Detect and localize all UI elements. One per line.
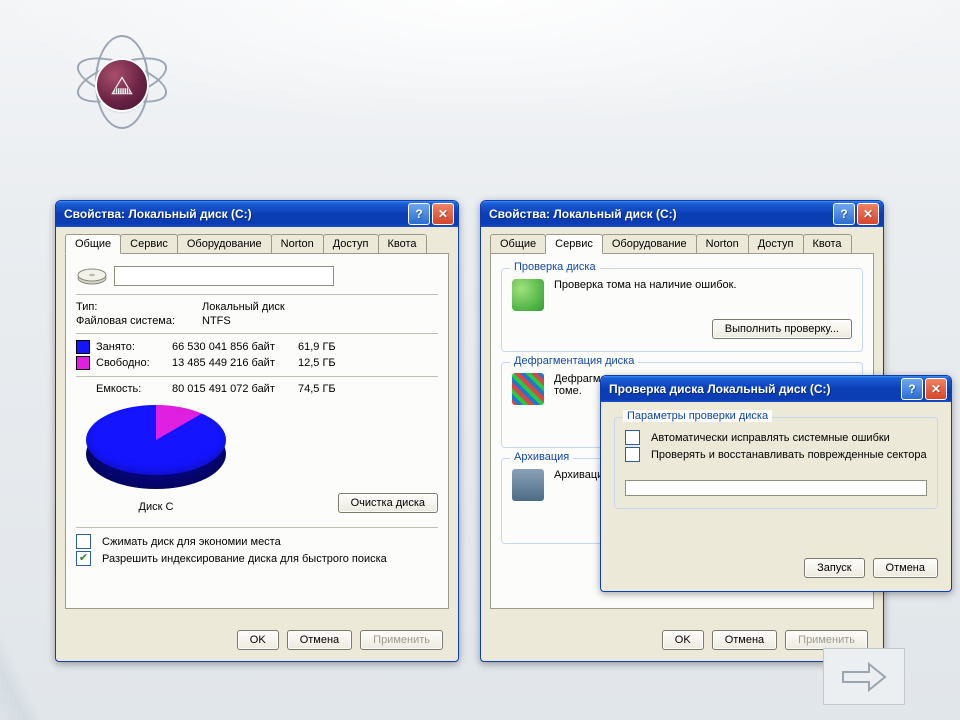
fs-value: NTFS xyxy=(202,315,231,327)
opt-autofix-checkbox[interactable] xyxy=(625,430,640,445)
defrag-icon xyxy=(512,373,544,405)
disk-cleanup-button[interactable]: Очистка диска xyxy=(338,493,438,513)
close-button[interactable]: ✕ xyxy=(857,203,879,225)
free-swatch xyxy=(76,356,90,370)
free-label: Свободно: xyxy=(96,357,166,369)
tabstrip: Общие Сервис Оборудование Norton Доступ … xyxy=(59,230,455,253)
tab-hardware[interactable]: Оборудование xyxy=(177,234,272,253)
type-value: Локальный диск xyxy=(202,301,285,313)
drive-icon xyxy=(76,264,108,288)
window-title: Свойства: Локальный диск (C:) xyxy=(64,207,252,221)
close-button[interactable]: ✕ xyxy=(432,203,454,225)
opt-autofix-label: Автоматически исправлять системные ошибк… xyxy=(651,432,890,444)
usage-pie-chart: Диск C xyxy=(76,405,236,513)
tab-quota[interactable]: Квота xyxy=(803,234,852,253)
apply-button[interactable]: Применить xyxy=(785,630,868,650)
used-label: Занято: xyxy=(96,341,166,353)
start-button[interactable]: Запуск xyxy=(804,558,864,578)
tabpanel-general: Тип: Локальный диск Файловая система: NT… xyxy=(65,253,449,609)
cancel-button[interactable]: Отмена xyxy=(873,558,938,578)
compress-checkbox[interactable] xyxy=(76,534,91,549)
help-button[interactable]: ? xyxy=(833,203,855,225)
tab-sharing[interactable]: Доступ xyxy=(748,234,804,253)
apply-button[interactable]: Применить xyxy=(360,630,443,650)
tab-norton[interactable]: Norton xyxy=(271,234,324,253)
tab-hardware[interactable]: Оборудование xyxy=(602,234,697,253)
fs-label: Файловая система: xyxy=(76,315,196,327)
cap-gb: 74,5 ГБ xyxy=(298,383,358,395)
app-logo xyxy=(75,40,170,135)
progress-bar xyxy=(625,480,927,496)
tabstrip: Общие Сервис Оборудование Norton Доступ … xyxy=(484,230,880,253)
run-check-button[interactable]: Выполнить проверку... xyxy=(712,319,852,339)
check-disk-text: Проверка тома на наличие ошибок. xyxy=(554,279,852,291)
type-label: Тип: xyxy=(76,301,196,313)
tab-service[interactable]: Сервис xyxy=(545,234,603,254)
group-legend: Проверка диска xyxy=(510,261,600,273)
tab-service[interactable]: Сервис xyxy=(120,234,178,253)
free-gb: 12,5 ГБ xyxy=(298,357,358,369)
window-title: Проверка диска Локальный диск (C:) xyxy=(609,382,831,396)
used-bytes: 66 530 041 856 байт xyxy=(172,341,292,353)
free-bytes: 13 485 449 216 байт xyxy=(172,357,292,369)
tab-norton[interactable]: Norton xyxy=(696,234,749,253)
window-titlebar[interactable]: Проверка диска Локальный диск (C:) ? ✕ xyxy=(601,376,951,402)
opt-recover-checkbox[interactable] xyxy=(625,447,640,462)
compress-label: Сжимать диск для экономии места xyxy=(102,536,281,548)
tab-sharing[interactable]: Доступ xyxy=(323,234,379,253)
close-button[interactable]: ✕ xyxy=(925,378,947,400)
check-disk-icon xyxy=(512,279,544,311)
used-gb: 61,9 ГБ xyxy=(298,341,358,353)
tab-general[interactable]: Общие xyxy=(490,234,546,253)
index-label: Разрешить индексирование диска для быстр… xyxy=(102,553,387,565)
group-legend: Параметры проверки диска xyxy=(623,410,772,422)
properties-window-general: Свойства: Локальный диск (C:) ? ✕ Общие … xyxy=(55,200,459,662)
used-swatch xyxy=(76,340,90,354)
group-legend: Дефрагментация диска xyxy=(510,355,638,367)
pie-caption: Диск C xyxy=(76,501,236,513)
window-title: Свойства: Локальный диск (C:) xyxy=(489,207,677,221)
cap-label: Емкость: xyxy=(96,383,166,395)
group-legend: Архивация xyxy=(510,451,573,463)
ok-button[interactable]: OK xyxy=(662,630,704,650)
next-slide-button[interactable] xyxy=(823,648,905,705)
cap-bytes: 80 015 491 072 байт xyxy=(172,383,292,395)
group-check-disk: Проверка диска Проверка тома на наличие … xyxy=(501,268,863,352)
index-checkbox[interactable]: ✔ xyxy=(76,551,91,566)
window-titlebar[interactable]: Свойства: Локальный диск (C:) ? ✕ xyxy=(481,201,883,227)
group-check-options: Параметры проверки диска Автоматически и… xyxy=(614,417,938,509)
tab-general[interactable]: Общие xyxy=(65,234,121,254)
ok-button[interactable]: OK xyxy=(237,630,279,650)
cancel-button[interactable]: Отмена xyxy=(287,630,352,650)
opt-recover-label: Проверять и восстанавливать поврежденные… xyxy=(651,449,927,461)
tab-quota[interactable]: Квота xyxy=(378,234,427,253)
help-button[interactable]: ? xyxy=(408,203,430,225)
volume-name-input[interactable] xyxy=(114,266,334,286)
check-disk-dialog: Проверка диска Локальный диск (C:) ? ✕ П… xyxy=(600,375,952,592)
help-button[interactable]: ? xyxy=(901,378,923,400)
backup-icon xyxy=(512,469,544,501)
window-titlebar[interactable]: Свойства: Локальный диск (C:) ? ✕ xyxy=(56,201,458,227)
cancel-button[interactable]: Отмена xyxy=(712,630,777,650)
defrag-text-line2: томе. xyxy=(554,385,582,397)
